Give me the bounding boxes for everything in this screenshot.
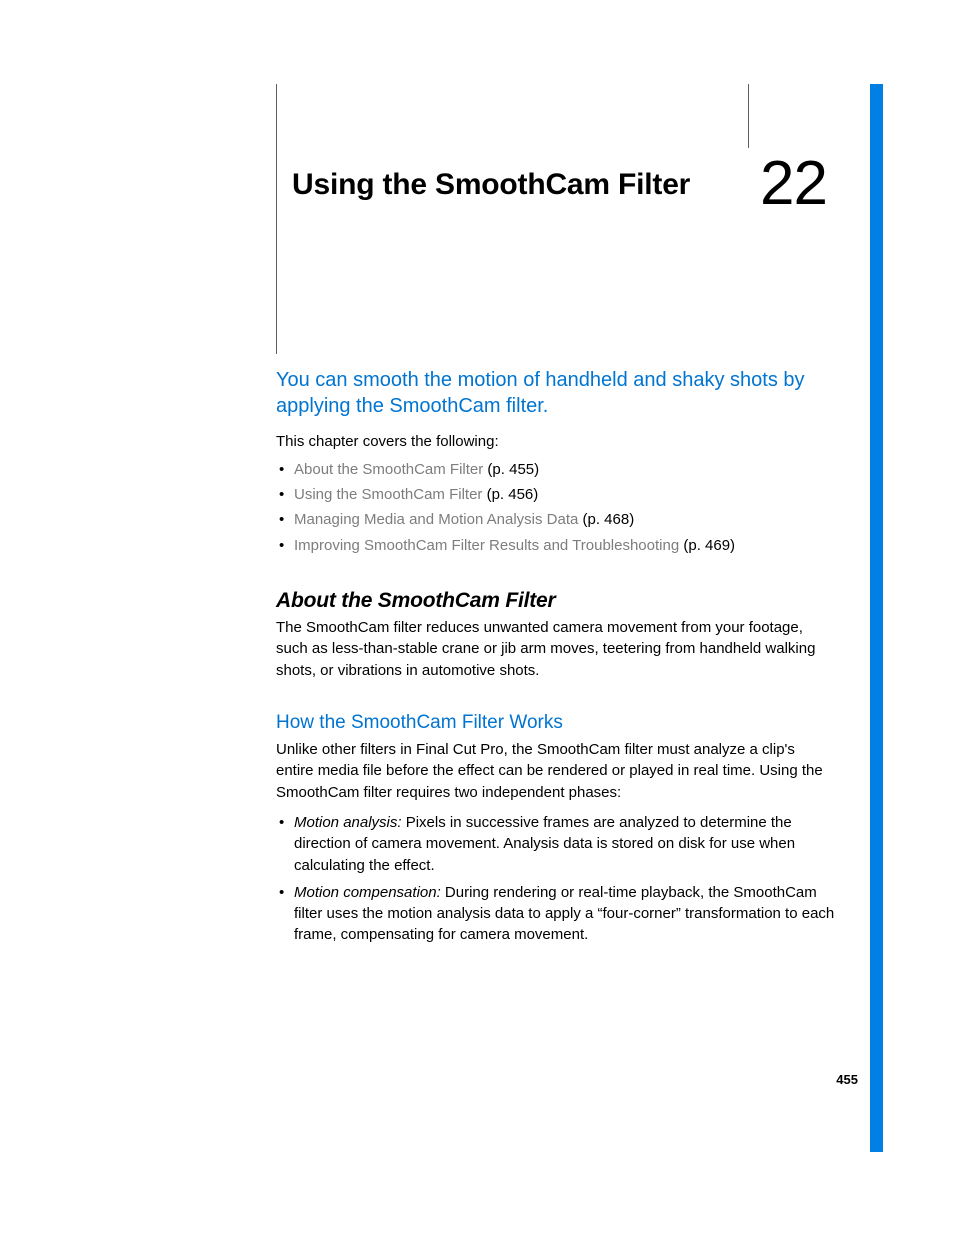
toc-item: About the SmoothCam Filter (p. 455)	[276, 457, 836, 482]
toc-link-managing[interactable]: Managing Media and Motion Analysis Data	[294, 511, 578, 528]
toc-item: Managing Media and Motion Analysis Data …	[276, 507, 836, 532]
phases-list: Motion analysis: Pixels in successive fr…	[276, 812, 836, 952]
toc-page-ref: (p. 456)	[482, 486, 538, 503]
toc-page-ref: (p. 468)	[578, 511, 634, 528]
chapter-number: 22	[760, 148, 827, 219]
heading-how: How the SmoothCam Filter Works	[276, 712, 563, 734]
toc-item: Improving SmoothCam Filter Results and T…	[276, 533, 836, 558]
toc-link-improving[interactable]: Improving SmoothCam Filter Results and T…	[294, 537, 679, 554]
header-rule-right	[748, 84, 749, 148]
about-paragraph: The SmoothCam filter reduces unwanted ca…	[276, 617, 836, 681]
page: Using the SmoothCam Filter 22 You can sm…	[0, 0, 954, 1235]
toc-list: About the SmoothCam Filter (p. 455) Usin…	[276, 457, 836, 558]
toc-page-ref: (p. 455)	[483, 461, 539, 478]
toc-item: Using the SmoothCam Filter (p. 456)	[276, 482, 836, 507]
chapter-title: Using the SmoothCam Filter	[292, 168, 690, 202]
phase-item: Motion analysis: Pixels in successive fr…	[276, 812, 836, 876]
page-number: 455	[836, 1072, 858, 1087]
phase-term: Motion analysis:	[294, 814, 406, 831]
toc-link-about[interactable]: About the SmoothCam Filter	[294, 461, 483, 478]
side-accent-bar	[870, 84, 883, 1152]
chapter-summary: You can smooth the motion of handheld an…	[276, 368, 821, 419]
phase-term: Motion compensation:	[294, 884, 445, 901]
toc-link-using[interactable]: Using the SmoothCam Filter	[294, 486, 482, 503]
heading-about: About the SmoothCam Filter	[276, 589, 555, 613]
toc-intro: This chapter covers the following:	[276, 433, 499, 450]
header-rule-left	[276, 84, 277, 354]
how-paragraph: Unlike other filters in Final Cut Pro, t…	[276, 739, 836, 803]
toc-page-ref: (p. 469)	[679, 537, 735, 554]
phase-item: Motion compensation: During rendering or…	[276, 882, 836, 946]
